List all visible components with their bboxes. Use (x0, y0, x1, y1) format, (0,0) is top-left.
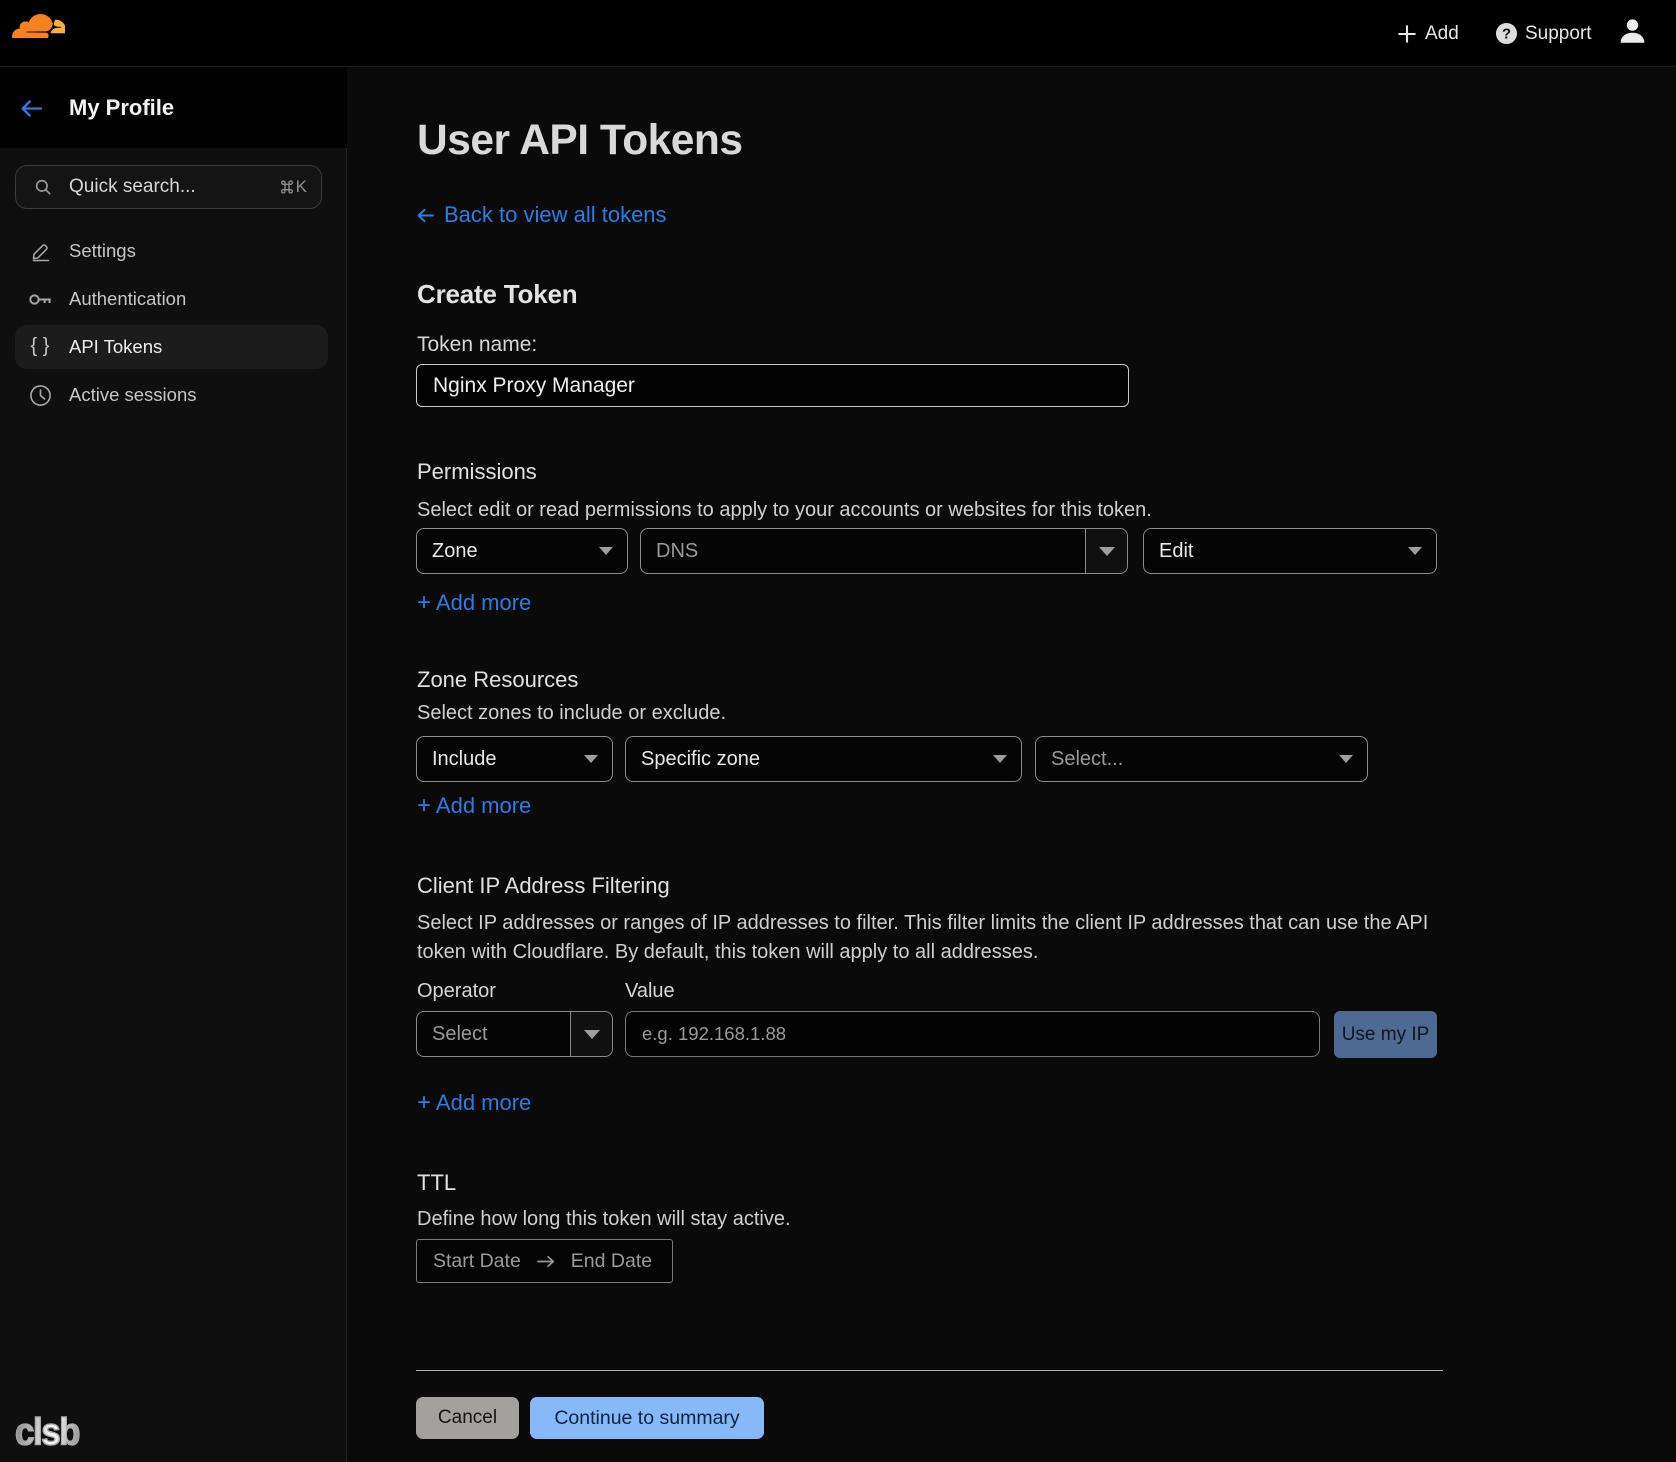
svg-text:?: ? (1502, 27, 1511, 43)
